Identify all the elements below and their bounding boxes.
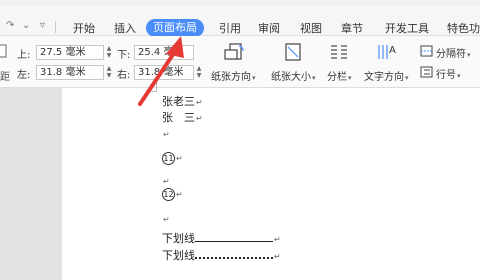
annotation-arrow xyxy=(138,36,184,106)
